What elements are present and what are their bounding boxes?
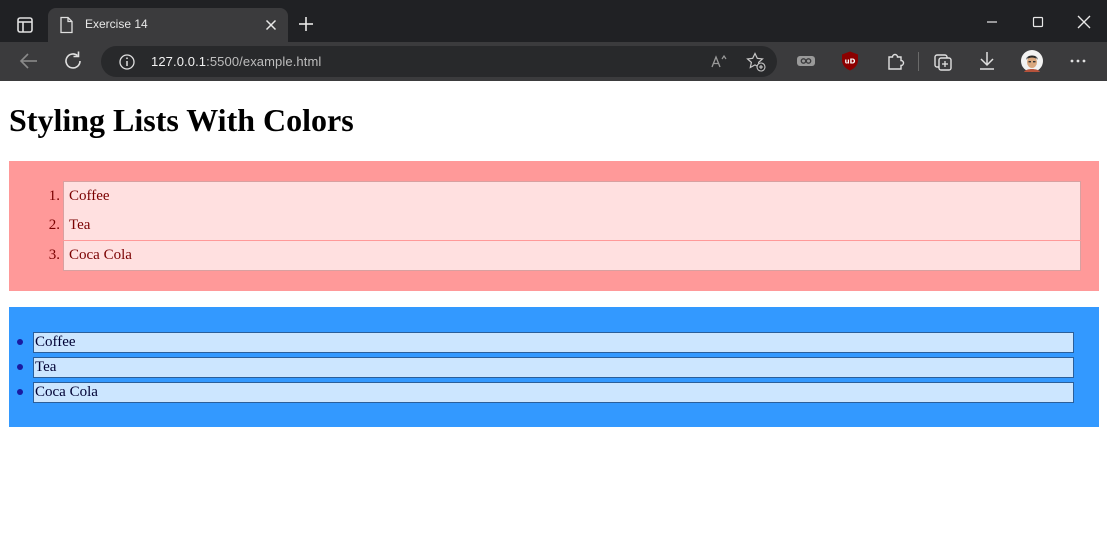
browser-toolbar: 127.0.0.1:5500/example.html uD	[0, 42, 1107, 81]
list-marker: 1.	[48, 188, 60, 204]
puzzle-icon[interactable]	[883, 49, 907, 73]
list-item-text: Coca Cola	[35, 384, 98, 400]
bullet-icon	[17, 389, 23, 395]
download-icon[interactable]	[975, 49, 999, 73]
toolbar-divider	[918, 52, 919, 71]
add-favorite-icon[interactable]	[745, 51, 767, 73]
list-item: Coffee	[17, 332, 1074, 353]
list-item: 2. Tea	[49, 211, 1081, 240]
list-marker: 3.	[48, 247, 60, 263]
list-item: 1. Coffee	[49, 181, 1081, 211]
url-path: :5500/example.html	[206, 54, 322, 69]
more-menu-icon[interactable]	[1066, 49, 1090, 73]
list-item-text: Tea	[69, 217, 91, 233]
back-arrow-icon[interactable]	[17, 49, 41, 73]
maximize-icon[interactable]	[1025, 10, 1051, 34]
list-item: Coca Cola	[17, 382, 1074, 403]
list-item-text: Coffee	[69, 188, 110, 204]
list-item-text: Tea	[35, 359, 57, 375]
minimize-icon[interactable]	[979, 10, 1005, 34]
svg-text:uD: uD	[845, 58, 856, 66]
list-item: 3. Coca Cola	[49, 241, 1081, 271]
plus-icon[interactable]	[296, 14, 316, 34]
info-icon[interactable]	[118, 53, 136, 71]
ublock-shield-icon[interactable]: uD	[838, 49, 862, 73]
page-content: Styling Lists With Colors 1. Coffee 2. T…	[0, 81, 1107, 537]
url-host: 127.0.0.1	[151, 54, 207, 69]
read-aloud-icon[interactable]	[709, 52, 729, 72]
url-text: 127.0.0.1:5500/example.html	[151, 54, 321, 69]
refresh-icon[interactable]	[61, 49, 85, 73]
list-marker: 2.	[48, 217, 60, 233]
list-item-text: Coca Cola	[69, 247, 132, 263]
list-item-text: Coffee	[35, 334, 76, 350]
tab-title: Exercise 14	[85, 17, 148, 31]
browser-tab[interactable]: Exercise 14	[48, 8, 288, 42]
collections-icon[interactable]	[931, 49, 955, 73]
list-item: Tea	[17, 357, 1074, 378]
bullet-icon	[17, 339, 23, 345]
window-close-icon[interactable]	[1071, 10, 1097, 34]
tab-actions-icon[interactable]	[14, 14, 36, 36]
ordered-list: 1. Coffee 2. Tea 3. Coca Cola	[9, 161, 1099, 291]
page-title: Styling Lists With Colors	[9, 102, 354, 138]
tab-bar: Exercise 14	[0, 0, 1107, 42]
profile-avatar-icon[interactable]	[1020, 49, 1044, 73]
bullet-icon	[17, 364, 23, 370]
close-icon[interactable]	[263, 17, 279, 33]
document-icon	[60, 16, 73, 34]
link-extension-icon[interactable]	[794, 49, 818, 73]
unordered-list: Coffee Tea Coca Cola	[9, 307, 1099, 427]
address-bar[interactable]: 127.0.0.1:5500/example.html	[101, 46, 777, 77]
